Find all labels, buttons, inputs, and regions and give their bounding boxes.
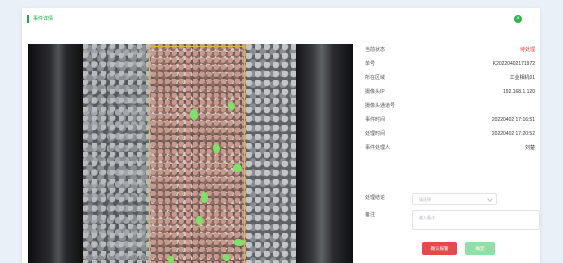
- detected-object: [196, 216, 203, 225]
- detail-label: 所在区域: [365, 75, 386, 81]
- rail-right: [296, 44, 353, 263]
- remark-label: 备注: [365, 212, 376, 218]
- close-icon[interactable]: ×: [514, 15, 522, 23]
- camera-snapshot: [28, 44, 353, 263]
- detail-label: 事件时间: [365, 117, 386, 123]
- detail-row-event-time: 事件时间 20220402 17:16:51: [365, 114, 535, 128]
- remark-placeholder: 输入备注: [419, 215, 435, 220]
- remark-textarea[interactable]: 输入备注: [412, 210, 540, 230]
- rail-left: [28, 44, 83, 263]
- detail-label: 事件处理人: [365, 145, 391, 151]
- detail-label: 摄像头IP: [365, 89, 385, 95]
- detail-row-order: 单号 K20220402171972: [365, 58, 535, 72]
- detail-label: 单号: [365, 61, 376, 67]
- detail-row-channel: 摄像头通道号: [365, 100, 535, 114]
- panel-header: 事件详情 ×: [22, 8, 540, 30]
- status-badge: 待处理: [519, 47, 535, 53]
- detail-value: K20220402171972: [492, 61, 535, 67]
- detected-object: [223, 254, 230, 261]
- detail-value: 20220402 17:16:51: [491, 117, 535, 123]
- result-select[interactable]: 请选择: [412, 193, 497, 205]
- detail-row-camera-ip: 摄像头IP 192.168.1.120: [365, 86, 535, 100]
- detected-object: [234, 239, 244, 246]
- confirm-alarm-button[interactable]: 确认报警: [422, 242, 457, 255]
- detail-value: 192.168.1.120: [503, 89, 535, 95]
- event-detail-panel: 事件详情 × 当前状态 待处理 单号 K20220402171972 所在区域: [22, 8, 540, 263]
- result-select-placeholder: 请选择: [419, 197, 431, 202]
- detail-label: 摄像头通道号: [365, 103, 396, 109]
- detail-label: 处理时间: [365, 131, 386, 137]
- chevron-down-icon: [487, 196, 493, 202]
- event-info: 当前状态 待处理 单号 K20220402171972 所在区域 工业相机01 …: [365, 44, 535, 156]
- panel-title: 事件详情: [33, 16, 54, 22]
- gravel-right: [246, 44, 296, 263]
- header-accent-bar: [27, 15, 29, 23]
- detail-row-handle-time: 处理时间 20220402 17:20:52: [365, 128, 535, 142]
- gravel-left: [83, 44, 151, 263]
- detail-row-status: 当前状态 待处理: [365, 44, 535, 58]
- detection-box: [149, 46, 245, 263]
- detail-value: 工业相机01: [509, 75, 535, 81]
- detail-row-area: 所在区域 工业相机01: [365, 72, 535, 86]
- detected-object: [201, 192, 208, 203]
- result-label: 处理结论: [365, 195, 386, 201]
- detected-object: [168, 256, 174, 263]
- detected-object: [190, 109, 198, 120]
- detail-label: 当前状态: [365, 47, 386, 53]
- detected-object: [233, 164, 242, 172]
- detail-value: 20220402 17:20:52: [491, 131, 535, 137]
- ok-button[interactable]: 确定: [465, 242, 495, 255]
- detail-row-handler: 事件处理人 刘楚: [365, 142, 535, 156]
- detail-value: 刘楚: [524, 145, 535, 151]
- detected-object: [228, 102, 235, 110]
- detected-object: [213, 144, 220, 153]
